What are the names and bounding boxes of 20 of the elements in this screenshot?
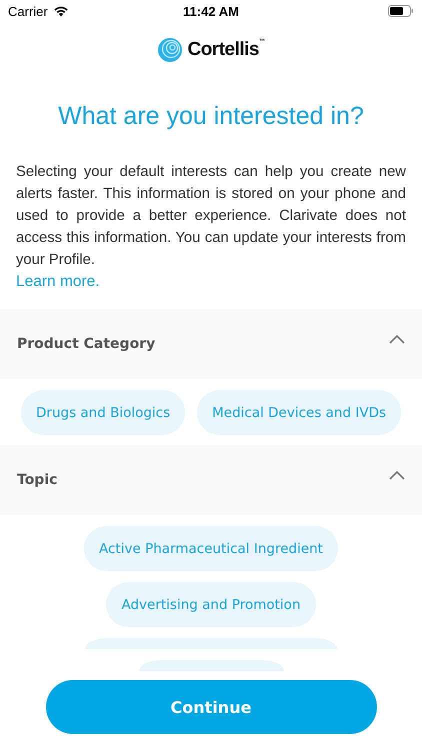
- wifi-icon: [52, 5, 69, 17]
- interest-chip[interactable]: Drugs and Biologics: [21, 390, 186, 435]
- intro-text: Selecting your default interests can help you create new alerts faster. This information is stored on your phone and used to provide a better experience. Clarivate does not access this information. You can update your interests from your Profile.: [16, 163, 406, 270]
- chevron-icon[interactable]: [389, 470, 405, 480]
- section-title: Product Category: [17, 336, 156, 352]
- carrier-label: Carrier: [8, 4, 48, 18]
- learn-more-link[interactable]: Learn more.: [16, 271, 100, 293]
- chevron-icon[interactable]: [389, 334, 405, 344]
- section-header[interactable]: Topic: [0, 445, 422, 515]
- interest-chip[interactable]: Advertising and Promotion: [106, 582, 316, 627]
- status-time: 11:42 AM: [182, 4, 240, 18]
- interest-chip[interactable]: Medical Devices and IVDs: [197, 390, 401, 435]
- logo-wordmark: Cortellis$^{™}$: [187, 39, 265, 61]
- interest-chip[interactable]: Active Pharmaceutical Ingredient: [84, 526, 338, 571]
- battery-icon: [388, 5, 414, 17]
- spiral-logo-icon: [157, 37, 184, 63]
- continue-button[interactable]: Continue: [46, 680, 376, 734]
- section-header[interactable]: Product Category: [0, 309, 422, 379]
- section-title: Topic: [17, 472, 58, 488]
- page-title: What are you interested in?: [57, 102, 365, 131]
